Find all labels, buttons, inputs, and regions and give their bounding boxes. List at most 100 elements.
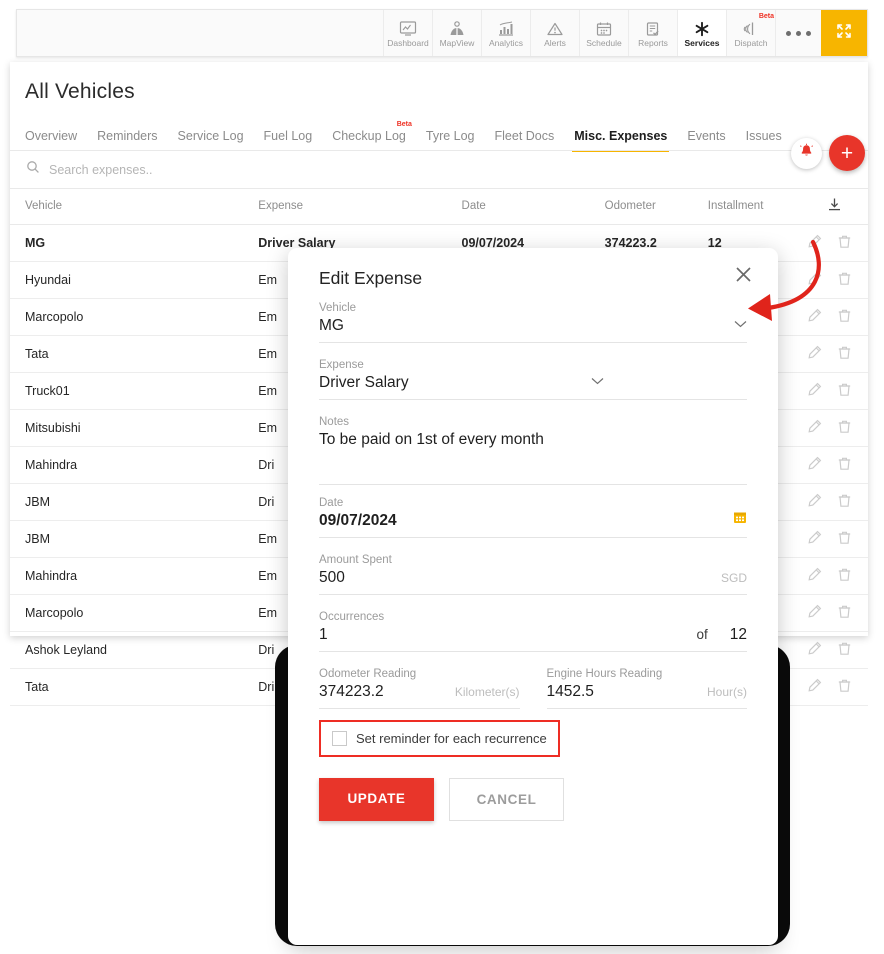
cell-vehicle: Marcopolo [10,298,259,336]
collapse-expand-button[interactable] [821,10,867,56]
field-engine-hours-reading[interactable]: Engine Hours Reading 1452.5 Hour(s) [546,668,747,709]
pencil-edit-icon[interactable] [807,604,822,622]
table-header-row: Vehicle Expense Date Odometer Installmen… [10,189,868,225]
nav-label: Schedule [586,37,622,48]
nav-item-analytics[interactable]: Analytics [481,10,530,56]
nav-item-schedule[interactable]: Schedule [579,10,628,56]
pencil-edit-icon[interactable] [807,382,822,400]
pencil-edit-icon[interactable] [807,345,822,363]
column-header-date[interactable]: Date [461,189,605,225]
tab-tyre-log[interactable]: Tyre Log [416,129,485,152]
tab-label: Fuel Log [263,129,313,143]
trash-delete-icon[interactable] [837,530,852,548]
field-row: 374223.2 Kilometer(s) [319,683,520,701]
tab-fuel-log[interactable]: Fuel Log [254,129,323,152]
trash-delete-icon[interactable] [837,308,852,326]
occurrences-of-label: of [696,627,708,642]
nav-item-services[interactable]: Services [677,10,726,56]
tab-label: Misc. Expenses [574,129,668,143]
tab-reminders[interactable]: Reminders [87,129,167,152]
pencil-edit-icon[interactable] [807,641,822,659]
tab-bar: Overview Reminders Service Log Fuel Log … [25,120,868,152]
nav-label: Analytics [488,37,523,48]
trash-delete-icon[interactable] [837,419,852,437]
field-amount-spent[interactable]: Amount Spent 500 SGD [319,554,747,595]
field-odometer-reading[interactable]: Odometer Reading 374223.2 Kilometer(s) [319,668,520,709]
cell-actions [787,261,868,299]
pencil-edit-icon[interactable] [807,530,822,548]
pencil-edit-icon[interactable] [807,456,822,474]
nav-item-reports[interactable]: Reports [628,10,677,56]
tab-overview[interactable]: Overview [25,129,87,152]
close-icon [734,265,753,289]
field-value: 374223.2 [319,683,384,700]
field-notes[interactable]: Notes To be paid on 1st of every month [319,416,747,485]
download-button[interactable] [787,189,868,225]
tab-events[interactable]: Events [677,129,735,152]
tab-label: Issues [745,129,782,143]
cell-actions [787,335,868,373]
field-label: Occurrences [319,611,385,623]
trash-delete-icon[interactable] [837,641,852,659]
update-button[interactable]: UPDATE [319,778,434,821]
cell-vehicle: Tata [10,335,259,373]
pencil-edit-icon[interactable] [807,678,822,696]
trash-delete-icon[interactable] [837,345,852,363]
set-reminder-label: Set reminder for each recurrence [356,731,547,746]
bar-chart-icon [497,19,515,37]
chevron-down-icon[interactable] [591,377,604,388]
tab-issues[interactable]: Issues [736,129,792,152]
trash-delete-icon[interactable] [837,678,852,696]
pencil-edit-icon[interactable] [807,234,822,252]
nav-item-mapview[interactable]: MapView [432,10,481,56]
column-header-vehicle[interactable]: Vehicle [10,189,259,225]
pencil-edit-icon[interactable] [807,308,822,326]
unit-suffix: Hour(s) [706,685,747,699]
trash-delete-icon[interactable] [837,271,852,289]
field-value: 500 [319,569,345,586]
column-header-odometer[interactable]: Odometer [604,189,708,225]
nav-item-dispatch[interactable]: Beta Dispatch [726,10,775,56]
cell-vehicle: Mitsubishi [10,409,259,447]
tab-misc-expenses[interactable]: Misc. Expenses [564,129,677,152]
nav-item-alerts[interactable]: Alerts [530,10,579,56]
cell-vehicle: Mahindra [10,446,259,484]
set-reminder-checkbox[interactable] [332,731,347,746]
search-input[interactable] [47,161,387,178]
close-dialog-button[interactable] [730,264,756,290]
dot-icon [796,30,801,36]
nav-item-dashboard[interactable]: Dashboard [383,10,432,56]
pencil-edit-icon[interactable] [807,419,822,437]
trash-delete-icon[interactable] [837,493,852,511]
more-options-button[interactable] [775,10,821,56]
field-date[interactable]: Date 09/07/2024 [319,497,747,538]
chevron-down-icon[interactable] [734,320,747,331]
pencil-edit-icon[interactable] [807,493,822,511]
cancel-button[interactable]: CANCEL [449,778,564,821]
trash-delete-icon[interactable] [837,604,852,622]
field-expense[interactable]: Expense Driver Salary [319,359,747,400]
field-occurrences[interactable]: Occurrences 1 of 12 [319,611,747,652]
trash-delete-icon[interactable] [837,456,852,474]
set-reminder-checkbox-row[interactable]: Set reminder for each recurrence [319,720,560,757]
column-header-expense[interactable]: Expense [258,189,462,225]
trash-delete-icon[interactable] [837,234,852,252]
tab-service-log[interactable]: Service Log [168,129,254,152]
calendar-icon[interactable] [733,510,747,529]
field-vehicle[interactable]: Vehicle MG [319,302,747,343]
nav-label: Reports [638,37,668,48]
cell-actions [787,631,868,669]
cell-vehicle: Truck01 [10,372,259,410]
tab-checkup-log[interactable]: Beta Checkup Log [322,121,416,152]
trash-delete-icon[interactable] [837,382,852,400]
pencil-edit-icon[interactable] [807,271,822,289]
cell-vehicle: MG [10,224,259,262]
field-label: Amount Spent [319,554,392,566]
pencil-edit-icon[interactable] [807,567,822,585]
column-header-installment[interactable]: Installment [707,189,788,225]
tab-fleet-docs[interactable]: Fleet Docs [485,129,565,152]
trash-delete-icon[interactable] [837,567,852,585]
